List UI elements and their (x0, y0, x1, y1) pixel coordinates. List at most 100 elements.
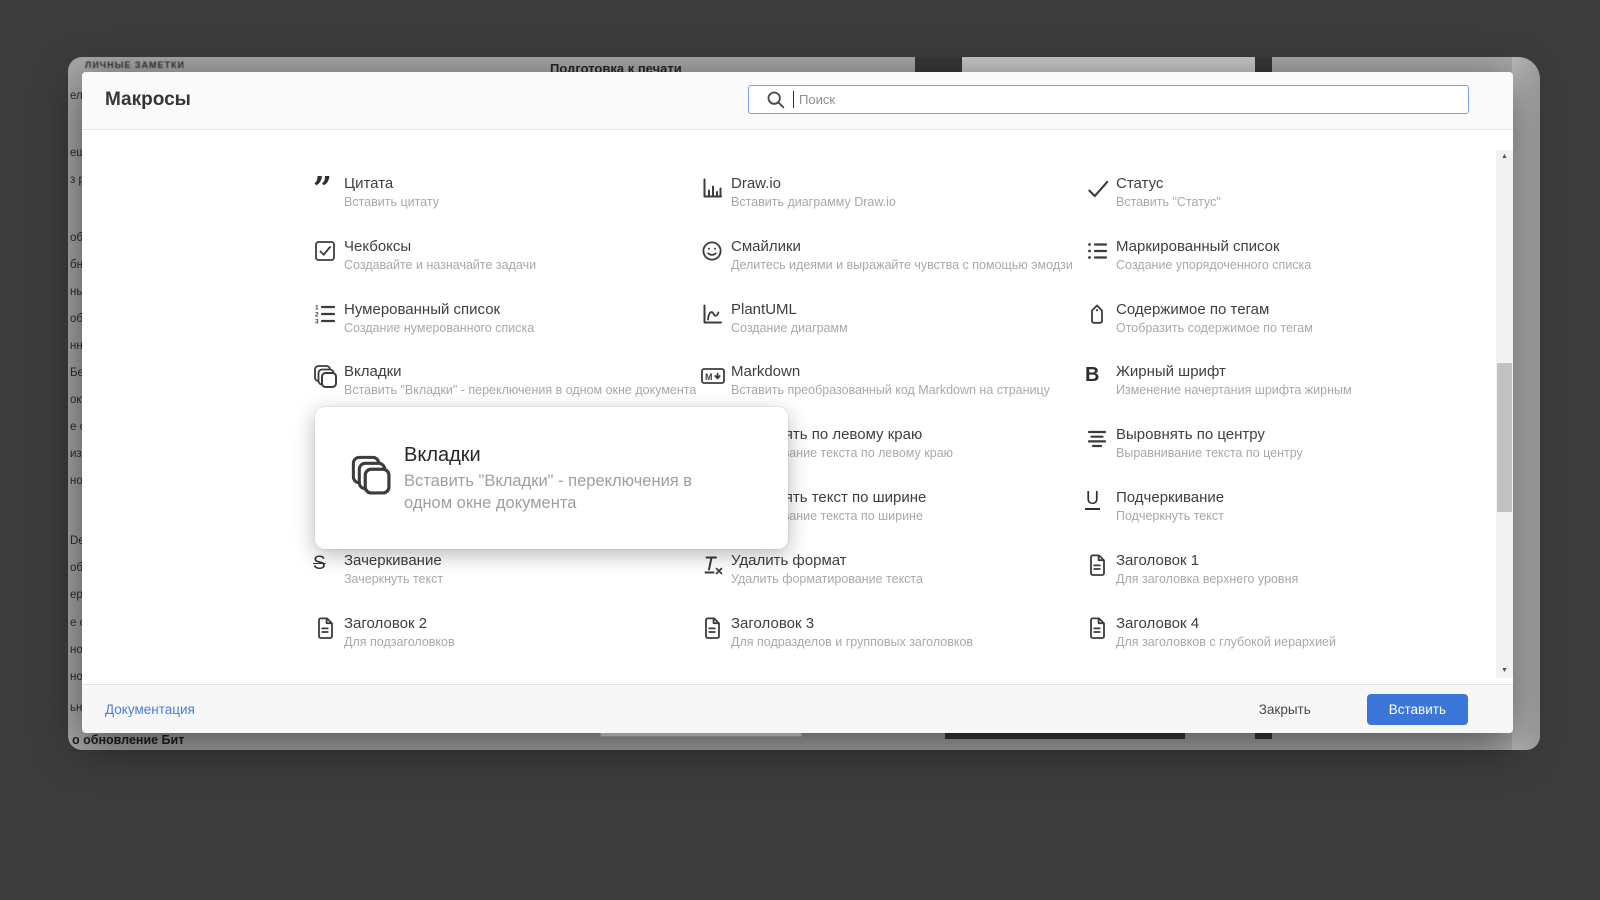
background-text-fragment: о обновление Бит (72, 733, 185, 747)
background-light-block (962, 57, 1263, 72)
svg-text:1: 1 (315, 304, 319, 311)
check-icon (1085, 175, 1116, 207)
svg-text:M: M (705, 372, 713, 382)
search-icon (765, 89, 787, 116)
macro-item-desc: Зачеркнуть текст (344, 571, 444, 586)
macro-item-title: Жирный шрифт (1116, 363, 1226, 381)
align-center-icon (1085, 426, 1116, 456)
background-text-fragment: из (70, 448, 82, 460)
macro-item[interactable]: M Markdown Вставить преобразованный код Ma… (700, 363, 1050, 398)
macro-item[interactable]: Маркированный список Создание упорядоченн… (1085, 238, 1311, 273)
background-dark-block (1255, 57, 1272, 72)
macro-item-title: Нумерованный список (344, 300, 501, 318)
close-button[interactable]: Закрыть (1249, 696, 1321, 723)
macro-item-title: Заголовок 1 (1116, 551, 1200, 569)
macro-item-desc: Для подзаголовков (344, 634, 455, 649)
macro-item-desc: Создание диаграмм (731, 320, 848, 335)
macro-item-desc: Создание упорядоченного списка (1116, 257, 1312, 272)
macro-item[interactable]: Статус Вставить "Статус" (1085, 175, 1221, 210)
macro-item-title: Чекбоксы (344, 237, 412, 255)
strikethrough-icon: S (313, 552, 326, 574)
search-input[interactable] (795, 86, 1455, 112)
text-caret (793, 91, 794, 108)
scroll-down-arrow-icon[interactable]: ▼ (1496, 664, 1513, 678)
macro-item-title: Подчеркивание (1116, 489, 1225, 506)
search-box[interactable] (748, 85, 1469, 114)
tabs-icon (313, 363, 344, 395)
quote-icon: ” (313, 169, 332, 208)
macro-item-desc: Делитесь идеями и выражайте чувства с по… (731, 257, 1073, 272)
tabs-icon (350, 454, 400, 503)
scroll-up-arrow-icon[interactable]: ▲ (1496, 150, 1513, 164)
insert-button[interactable]: Вставить (1366, 693, 1468, 725)
macro-item-title: Заголовок 4 (1116, 614, 1200, 632)
macro-item-title: Смайлики (731, 237, 801, 255)
macro-item-title: Draw.io (731, 175, 782, 192)
tooltip-description: Вставить "Вкладки" - переключения в одно… (404, 471, 693, 512)
svg-text:3: 3 (315, 318, 319, 325)
macro-list: ” Цитата Вставить цитату Чекбоксы Создавайте… (82, 131, 1513, 684)
macro-item[interactable]: Смайлики Делитесь идеями и выражайте чувс… (700, 238, 1073, 273)
macro-item-title: PlantUML (731, 300, 797, 318)
macro-item[interactable]: PlantUML Создание диаграмм (700, 301, 848, 336)
macro-item-title: Выровнять по центру (1116, 426, 1265, 444)
macro-item-title: Зачеркивание (344, 551, 442, 569)
document-icon (700, 615, 731, 645)
scrollbar[interactable]: ▲ ▼ (1496, 150, 1513, 678)
document-icon (1085, 615, 1116, 645)
screen: ЛИЧНЫЕ ЗАМЕТКИ Подготовка к печати ели ещ… (0, 0, 1600, 900)
macro-item[interactable]: U Подчеркивание Подчеркнуть текст (1085, 488, 1225, 524)
macro-item-title: Маркированный список (1116, 237, 1280, 255)
macro-item[interactable]: Draw.io Вставить диаграмму Draw.io (700, 175, 896, 210)
macro-item-desc: Отобразить содержимое по тегам (1116, 320, 1313, 335)
macro-item[interactable]: Заголовок 3 Для подразделов и групповых з… (700, 615, 973, 650)
macro-item-desc: Вставить "Статус" (1116, 195, 1221, 209)
document-icon (1085, 552, 1116, 582)
checkbox-icon (313, 238, 344, 268)
tag-icon (1085, 301, 1116, 331)
macro-item[interactable]: Вкладки Вставить "Вкладки" - переключения… (313, 363, 696, 398)
macros-dialog: Макросы ” Цитата Вставить цитату Чекбоксы Со… (82, 72, 1513, 733)
macro-item-title: Статус (1116, 175, 1164, 192)
background-text-fragment: ЛИЧНЫЕ ЗАМЕТКИ (85, 60, 186, 70)
macro-item[interactable]: Содержимое по тегам Отобразить содержимое… (1085, 301, 1313, 336)
macro-item[interactable]: S Зачеркивание Зачеркнуть текст (313, 552, 443, 587)
background-text-fragment: нн (70, 340, 83, 352)
macro-item-desc: Вставить преобразованный код Markdown на… (731, 383, 1050, 398)
drawio-icon (700, 175, 731, 205)
dialog-title: Макросы (105, 89, 191, 110)
macro-item[interactable]: Заголовок 2 Для подзаголовков (313, 615, 455, 650)
underline-icon: U (1085, 488, 1100, 510)
background-text-fragment: бн (70, 259, 83, 271)
macro-item-desc: Для подразделов и групповых заголовков (731, 634, 974, 649)
plantuml-icon (700, 301, 731, 331)
documentation-link[interactable]: Документация (105, 702, 195, 717)
tooltip-title: Вкладки (404, 443, 481, 466)
bullet-list-icon (1085, 238, 1116, 268)
macro-item-title: Цитата (344, 175, 394, 192)
macro-item[interactable]: Заголовок 1 Для заголовка верхнего уровня (1085, 552, 1298, 587)
macro-item[interactable]: B Жирный шрифт Изменение начертания шрифта… (1085, 363, 1352, 398)
macro-item[interactable]: ” Цитата Вставить цитату (313, 169, 439, 210)
bold-icon: B (1085, 364, 1100, 387)
macro-item-desc: Для заголовков с глубокой иерархией (1116, 634, 1336, 649)
macro-item[interactable]: Чекбоксы Создавайте и назначайте задачи (313, 238, 536, 273)
macro-item-desc: Вставить цитату (344, 195, 439, 209)
document-icon (313, 615, 344, 645)
macro-item[interactable]: 1 2 3 Нумерованный список Создание нумерован… (313, 301, 534, 336)
macro-item-title: Заголовок 2 (344, 614, 428, 632)
macro-item-title: Markdown (731, 363, 801, 381)
background-dark-block (915, 57, 962, 72)
clear-format-icon (700, 552, 731, 582)
macro-item-desc: Удалить форматирование текста (731, 571, 923, 586)
macro-tooltip: Вкладки Вставить "Вкладки" - переключени… (315, 407, 788, 549)
macro-item-title: Содержимое по тегам (1116, 300, 1270, 318)
macro-item-title: Заголовок 3 (731, 614, 815, 632)
macro-item-desc: Подчеркнуть текст (1116, 509, 1224, 523)
macro-item-desc: Для заголовка верхнего уровня (1116, 571, 1299, 586)
macro-item-desc: Вставить диаграмму Draw.io (731, 195, 896, 209)
macro-item[interactable]: Заголовок 4 Для заголовков с глубокой иер… (1085, 615, 1336, 650)
macro-item[interactable]: Удалить формат Удалить форматирование тек… (700, 552, 923, 587)
macro-item[interactable]: Выровнять по центру Выравнивание текста п… (1085, 426, 1303, 461)
scrollbar-thumb[interactable] (1497, 363, 1512, 512)
